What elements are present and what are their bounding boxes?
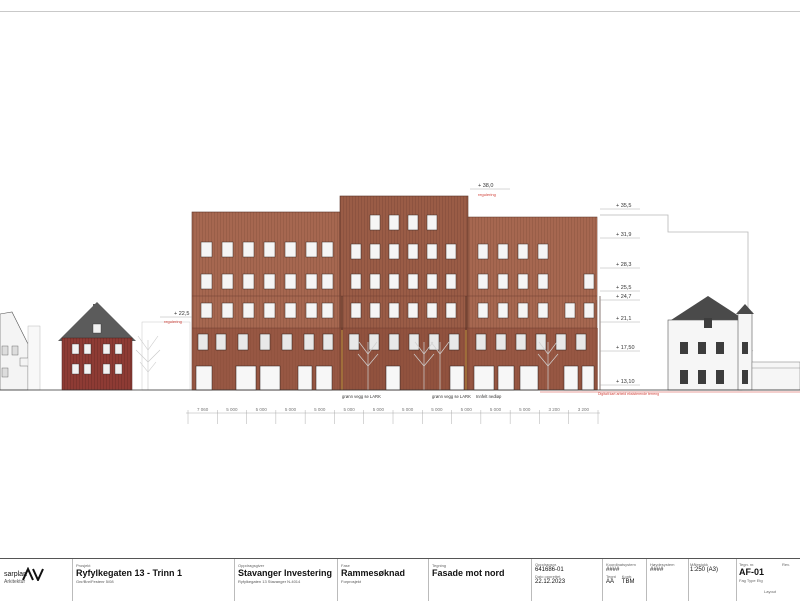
project-cell: Prosjekt Ryfylkegaten 13 - Trinn 1 Gnr/B… bbox=[76, 563, 183, 584]
revision-cell: Rev. bbox=[782, 562, 790, 567]
dimension-label: 5 000 bbox=[402, 407, 414, 412]
layout-cell: Layout bbox=[764, 589, 777, 594]
job-number-cell: Oppdragsnr. 641686-01 Dato opprettet 22.… bbox=[535, 562, 566, 585]
dimension-label: 5 000 bbox=[285, 407, 297, 412]
company-logo-mark bbox=[22, 566, 44, 586]
dimension-label: 5 000 bbox=[490, 407, 502, 412]
sheet-number-cell: Tegn. nr. AF-01 Fag Type Etg bbox=[739, 562, 765, 583]
ground-floor-storefronts bbox=[195, 365, 595, 391]
dimension-label: 3 200 bbox=[578, 407, 590, 412]
svg-text:+ 35,5: + 35,5 bbox=[616, 203, 631, 209]
svg-text:+ 31,9: + 31,9 bbox=[616, 232, 631, 238]
title-block: sarplan Arkitektur Prosjekt Ryfylkegaten… bbox=[0, 558, 800, 601]
svg-text:+ 28,3: + 28,3 bbox=[616, 262, 631, 268]
left-white-house bbox=[0, 311, 41, 391]
svg-text:+ 22,5: + 22,5 bbox=[174, 311, 189, 317]
svg-text:+ 21,1: + 21,1 bbox=[616, 316, 631, 322]
svg-text:+ 38,0: + 38,0 bbox=[478, 183, 493, 189]
dimension-label: 5 000 bbox=[461, 407, 473, 412]
dimension-label: 3 200 bbox=[548, 407, 560, 412]
coord-cell: Koordinatsystem #### Tegnt AA Kontr. TBM bbox=[606, 562, 636, 585]
dimension-label: 5 000 bbox=[256, 407, 268, 412]
svg-text:regulering: regulering bbox=[164, 319, 182, 324]
dimension-label: 5 000 bbox=[314, 407, 326, 412]
svg-text:+ 24,7: + 24,7 bbox=[616, 294, 631, 300]
drawing-cell: Tegning Fasade mot nord bbox=[432, 563, 505, 578]
svg-text:Digitalt kart arbeid eksistere: Digitalt kart arbeid eksisterende terren… bbox=[598, 392, 659, 396]
svg-text:+ 17,50: + 17,50 bbox=[616, 345, 635, 351]
dimension-label: 5 000 bbox=[519, 407, 531, 412]
elevation-drawing: + 38,0 regulering + 35,5 + 31,9 + 28,3 +… bbox=[0, 11, 800, 424]
dimension-label: 7 060 bbox=[197, 407, 209, 412]
facade-annotations: grønn vegg se LARK grønn vegg se LARK In… bbox=[342, 392, 659, 399]
svg-text:+ 13,10: + 13,10 bbox=[616, 379, 635, 385]
phase-cell: Fase Rammesøknad Forprosjekt bbox=[341, 563, 406, 584]
dimension-chain: 7 060 5 000 5 000 5 000 5 000 5 000 5 000 5 000… bbox=[186, 407, 600, 424]
dimension-label: 5 000 bbox=[431, 407, 443, 412]
client-cell: Oppdragsgiver Stavanger Investering Ryfy… bbox=[238, 563, 333, 584]
right-white-villa bbox=[667, 296, 800, 391]
svg-text:regulering: regulering bbox=[478, 192, 496, 197]
svg-text:Innfelt nedløp: Innfelt nedløp bbox=[476, 394, 502, 399]
dimension-label: 5 000 bbox=[373, 407, 385, 412]
scale-cell: Målestokk 1:250 (A3) bbox=[690, 562, 719, 573]
dimension-label: 5 000 bbox=[226, 407, 238, 412]
svg-text:grønn vegg se LARK: grønn vegg se LARK bbox=[432, 394, 471, 399]
svg-text:grønn vegg se LARK: grønn vegg se LARK bbox=[342, 394, 381, 399]
red-gabled-house bbox=[58, 302, 191, 391]
dimension-label: 5 000 bbox=[343, 407, 355, 412]
svg-text:+ 25,5: + 25,5 bbox=[616, 285, 631, 291]
height-system-cell: Høydesystem #### bbox=[650, 562, 675, 573]
